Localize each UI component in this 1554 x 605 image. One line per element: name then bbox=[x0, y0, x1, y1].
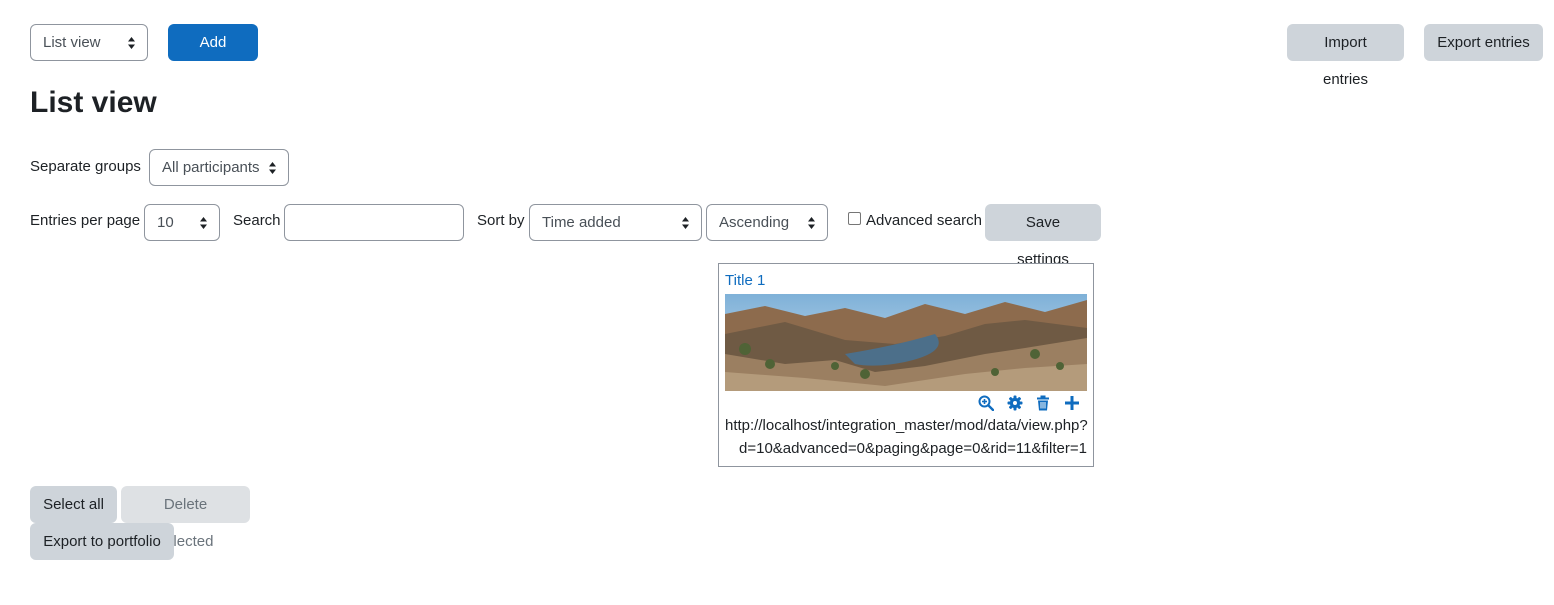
advanced-search-label: Advanced search bbox=[866, 212, 982, 229]
add-entry-button[interactable]: Add entry bbox=[168, 24, 258, 88]
import-entries-button[interactable]: Import entries bbox=[1287, 24, 1404, 88]
export-portfolio-button[interactable]: Export to portfolio bbox=[30, 523, 174, 560]
gear-icon[interactable] bbox=[1007, 395, 1023, 411]
entry-url-line-2: d=10&advanced=0&paging&page=0&rid=11&fil… bbox=[739, 440, 1087, 457]
select-caret-icon bbox=[269, 162, 276, 174]
zoom-in-icon[interactable] bbox=[978, 395, 994, 411]
entry-image bbox=[725, 294, 1087, 391]
export-entries-button[interactable]: Export entries bbox=[1424, 24, 1543, 61]
view-select-value: List view bbox=[43, 34, 101, 51]
groups-label: Separate groups bbox=[30, 158, 141, 175]
groups-select[interactable]: All participants bbox=[149, 149, 289, 186]
per-page-label: Entries per page bbox=[30, 212, 141, 229]
select-caret-icon bbox=[682, 217, 689, 229]
select-caret-icon bbox=[200, 217, 207, 229]
select-caret-icon bbox=[808, 217, 815, 229]
page-title: List view bbox=[30, 86, 157, 119]
groups-select-value: All participants bbox=[162, 159, 260, 176]
save-settings-button[interactable]: Save settings bbox=[985, 204, 1101, 268]
search-label: Search bbox=[233, 212, 281, 229]
plus-icon[interactable] bbox=[1064, 395, 1080, 411]
view-select[interactable]: List view bbox=[30, 24, 148, 61]
order-select-value: Ascending bbox=[719, 214, 790, 231]
search-input[interactable] bbox=[284, 204, 464, 241]
select-caret-icon bbox=[128, 37, 135, 49]
entry-card: Title 1 http://localhost/integration_mas… bbox=[718, 263, 1094, 467]
order-select[interactable]: Ascending bbox=[706, 204, 828, 241]
sort-select[interactable]: Time added bbox=[529, 204, 702, 241]
advanced-search-checkbox[interactable] bbox=[848, 212, 861, 225]
select-all-button[interactable]: Select all bbox=[30, 486, 117, 523]
entry-url-line-1: http://localhost/integration_master/mod/… bbox=[725, 417, 1088, 434]
per-page-select[interactable]: 10 bbox=[144, 204, 220, 241]
delete-selected-button[interactable]: Delete selected bbox=[121, 486, 250, 550]
trash-icon[interactable] bbox=[1035, 395, 1051, 411]
entry-title-link[interactable]: Title 1 bbox=[725, 272, 765, 289]
sort-select-value: Time added bbox=[542, 214, 621, 231]
per-page-value: 10 bbox=[157, 214, 174, 231]
sort-label: Sort by bbox=[477, 212, 525, 229]
